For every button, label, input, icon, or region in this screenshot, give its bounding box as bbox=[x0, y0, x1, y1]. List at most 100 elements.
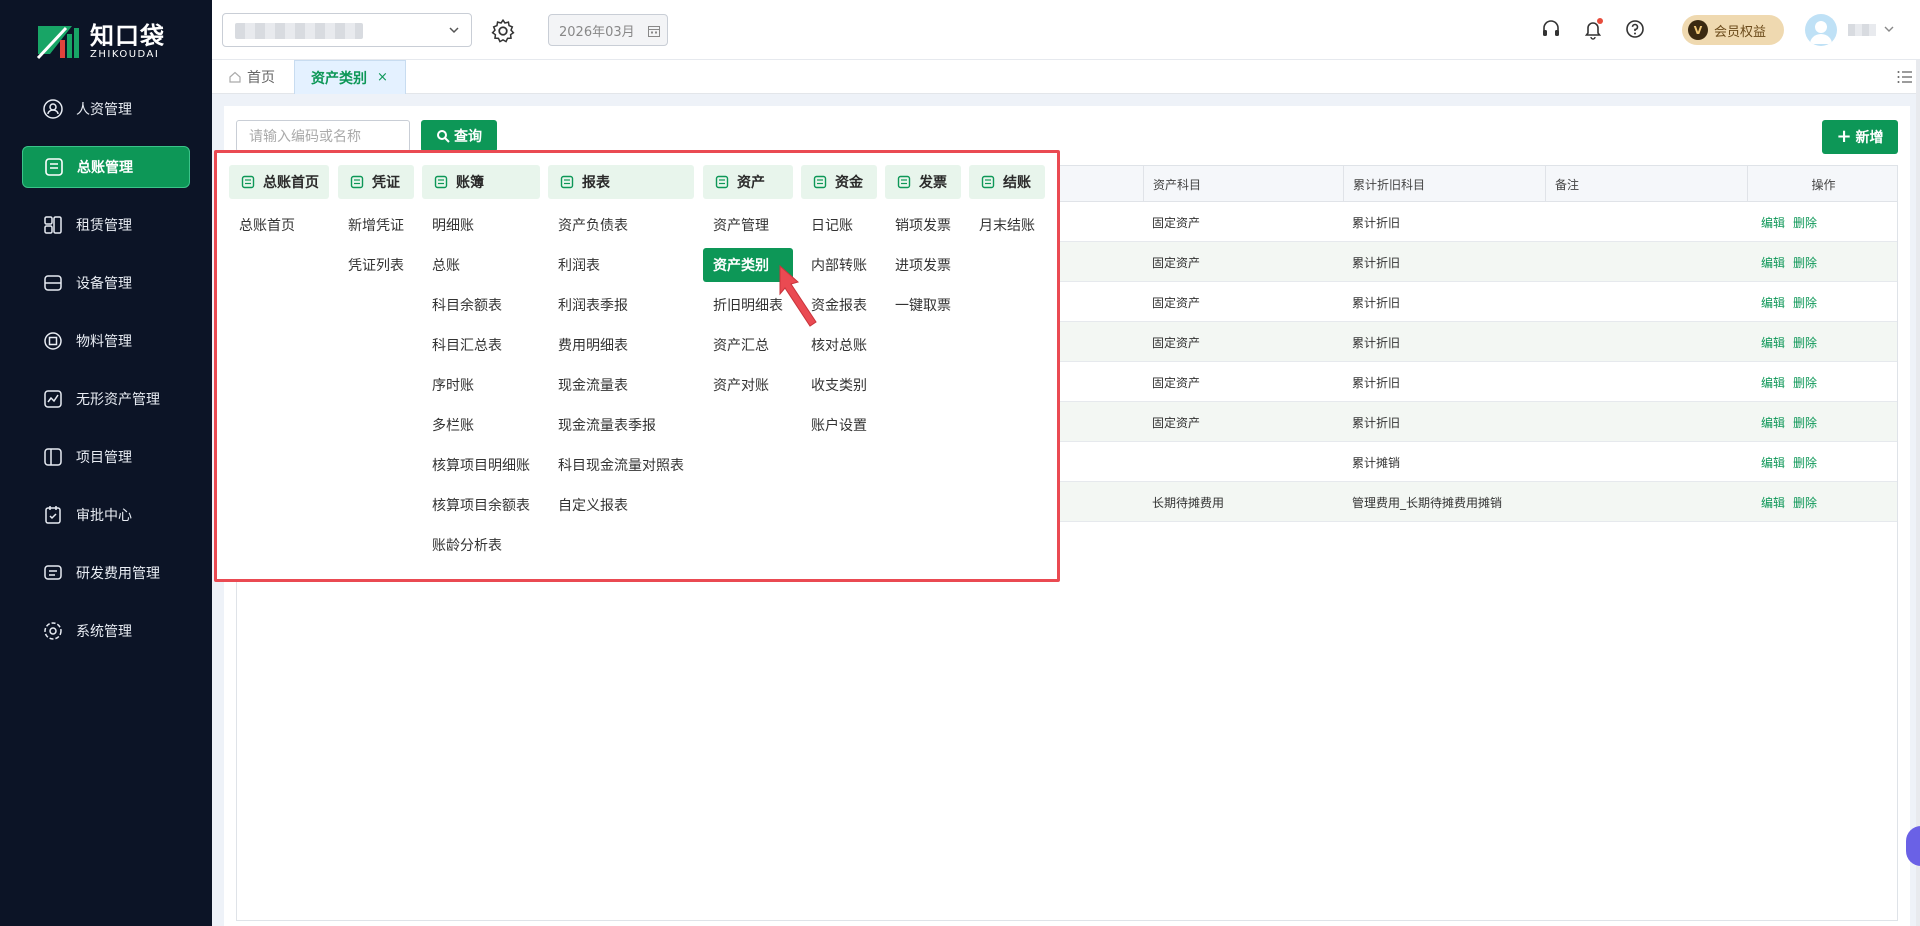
mega-menu-item[interactable]: 账龄分析表 bbox=[422, 525, 540, 565]
invoice-icon bbox=[897, 175, 911, 189]
mega-menu-item[interactable]: 凭证列表 bbox=[338, 245, 414, 285]
cell-asset-account: 固定资产 bbox=[1152, 415, 1201, 430]
mega-menu-item[interactable]: 利润表季报 bbox=[548, 285, 694, 325]
mega-menu-item[interactable]: 收支类别 bbox=[801, 365, 877, 405]
mega-menu-item[interactable]: 科目现金流量对照表 bbox=[548, 445, 694, 485]
member-benefits-button[interactable]: V 会员权益 bbox=[1682, 15, 1784, 45]
tab-home[interactable]: 首页 bbox=[228, 60, 275, 94]
mega-menu-item[interactable]: 科目汇总表 bbox=[422, 325, 540, 365]
delete-link[interactable]: 删除 bbox=[1793, 414, 1817, 431]
sidebar-item-9[interactable]: 系统管理 bbox=[22, 610, 190, 652]
delete-link[interactable]: 删除 bbox=[1793, 374, 1817, 391]
delete-link[interactable]: 删除 bbox=[1793, 214, 1817, 231]
headset-icon[interactable] bbox=[1540, 18, 1562, 40]
edit-link[interactable]: 编辑 bbox=[1761, 214, 1785, 231]
mega-menu-item[interactable]: 资产管理 bbox=[703, 205, 793, 245]
edit-link[interactable]: 编辑 bbox=[1761, 494, 1785, 511]
project-icon bbox=[42, 446, 64, 468]
edit-link[interactable]: 编辑 bbox=[1761, 294, 1785, 311]
delete-link[interactable]: 删除 bbox=[1793, 454, 1817, 471]
mega-menu-item[interactable]: 多栏账 bbox=[422, 405, 540, 445]
device-icon bbox=[42, 272, 64, 294]
sidebar-item-label: 物料管理 bbox=[76, 334, 132, 350]
mega-menu-item[interactable]: 利润表 bbox=[548, 245, 694, 285]
ledger-home-icon bbox=[241, 175, 255, 189]
sidebar-item-8[interactable]: 研发费用管理 bbox=[22, 552, 190, 594]
mega-menu-item[interactable]: 核算项目余额表 bbox=[422, 485, 540, 525]
mega-menu-item[interactable]: 总账首页 bbox=[229, 205, 329, 245]
mega-menu-item[interactable]: 资产对账 bbox=[703, 365, 793, 405]
tab-asset-category[interactable]: 资产类别 × bbox=[294, 60, 406, 94]
chat-support-icon[interactable] bbox=[1906, 826, 1920, 866]
close-icon[interactable]: × bbox=[377, 70, 388, 85]
notification-dot bbox=[1597, 18, 1603, 24]
mega-menu-item[interactable]: 账户设置 bbox=[801, 405, 877, 445]
approval-icon bbox=[42, 504, 64, 526]
mega-column-2: 账簿 明细账 总账 科目余额表 科目汇总表 序时账 多栏账 核算项目明细账 核算项目余额表 账龄分… bbox=[422, 165, 540, 565]
chevron-down-icon bbox=[449, 27, 459, 34]
mega-column-header: 总账首页 bbox=[229, 165, 329, 199]
sidebar-item-2[interactable]: 租赁管理 bbox=[22, 204, 190, 246]
mega-menu-item[interactable]: 现金流量表 bbox=[548, 365, 694, 405]
ledger-icon bbox=[43, 156, 65, 178]
delete-link[interactable]: 删除 bbox=[1793, 254, 1817, 271]
topbar: 2026年03月 V 会员权益 bbox=[212, 0, 1920, 60]
mega-menu-item[interactable]: 一键取票 bbox=[885, 285, 961, 325]
notification-bell-icon[interactable] bbox=[1582, 18, 1604, 40]
plus-icon: + bbox=[1836, 126, 1852, 147]
avatar[interactable] bbox=[1805, 14, 1837, 46]
mega-column-0: 总账首页 总账首页 bbox=[229, 165, 329, 245]
scrollbar[interactable] bbox=[1916, 60, 1920, 926]
search-input[interactable]: 请输入编码或名称 bbox=[236, 120, 410, 152]
sidebar-item-label: 总账管理 bbox=[77, 160, 133, 176]
asset-icon bbox=[715, 175, 729, 189]
sidebar-item-3[interactable]: 设备管理 bbox=[22, 262, 190, 304]
delete-link[interactable]: 删除 bbox=[1793, 294, 1817, 311]
sidebar-item-6[interactable]: 项目管理 bbox=[22, 436, 190, 478]
mega-menu-item[interactable]: 日记账 bbox=[801, 205, 877, 245]
rd-icon bbox=[42, 562, 64, 584]
delete-link[interactable]: 删除 bbox=[1793, 334, 1817, 351]
delete-link[interactable]: 删除 bbox=[1793, 494, 1817, 511]
logo[interactable]: 知口袋 ZHIKOUDAI bbox=[36, 20, 165, 64]
mega-menu-item[interactable]: 现金流量表季报 bbox=[548, 405, 694, 445]
sidebar-item-0[interactable]: 人资管理 bbox=[22, 88, 190, 130]
mega-menu-item[interactable]: 核算项目明细账 bbox=[422, 445, 540, 485]
mega-menu-item[interactable]: 销项发票 bbox=[885, 205, 961, 245]
gear-icon[interactable] bbox=[490, 18, 516, 44]
sidebar-item-1[interactable]: 总账管理 bbox=[22, 146, 190, 188]
edit-link[interactable]: 编辑 bbox=[1761, 374, 1785, 391]
sidebar-item-4[interactable]: 物料管理 bbox=[22, 320, 190, 362]
add-button[interactable]: + 新增 bbox=[1822, 120, 1898, 154]
username-redacted[interactable] bbox=[1848, 24, 1876, 36]
search-button[interactable]: 查询 bbox=[421, 120, 497, 152]
edit-link[interactable]: 编辑 bbox=[1761, 454, 1785, 471]
mega-menu-item[interactable]: 总账 bbox=[422, 245, 540, 285]
mega-menu-item[interactable]: 资产负债表 bbox=[548, 205, 694, 245]
mega-menu-item[interactable]: 进项发票 bbox=[885, 245, 961, 285]
book-icon bbox=[434, 175, 448, 189]
edit-link[interactable]: 编辑 bbox=[1761, 254, 1785, 271]
mega-menu-item[interactable]: 费用明细表 bbox=[548, 325, 694, 365]
cell-note bbox=[1545, 482, 1554, 522]
mega-menu-item[interactable]: 序时账 bbox=[422, 365, 540, 405]
mega-menu-item[interactable]: 月末结账 bbox=[969, 205, 1045, 245]
period-picker[interactable]: 2026年03月 bbox=[548, 14, 668, 46]
sidebar-item-5[interactable]: 无形资产管理 bbox=[22, 378, 190, 420]
sidebar-item-label: 人资管理 bbox=[76, 102, 132, 118]
chevron-down-icon[interactable] bbox=[1882, 22, 1896, 36]
edit-link[interactable]: 编辑 bbox=[1761, 414, 1785, 431]
sidebar-item-7[interactable]: 审批中心 bbox=[22, 494, 190, 536]
help-icon[interactable] bbox=[1624, 18, 1646, 40]
sidebar-item-label: 租赁管理 bbox=[76, 218, 132, 234]
mega-menu-item[interactable]: 自定义报表 bbox=[548, 485, 694, 525]
edit-link[interactable]: 编辑 bbox=[1761, 334, 1785, 351]
cell-note bbox=[1545, 202, 1554, 242]
mega-menu-item[interactable]: 明细账 bbox=[422, 205, 540, 245]
search-button-label: 查询 bbox=[454, 129, 482, 145]
mega-menu-item[interactable]: 科目余额表 bbox=[422, 285, 540, 325]
mega-menu-item[interactable]: 新增凭证 bbox=[338, 205, 414, 245]
search-icon bbox=[437, 130, 450, 143]
list-icon[interactable] bbox=[1896, 68, 1914, 86]
company-select[interactable] bbox=[222, 13, 472, 47]
